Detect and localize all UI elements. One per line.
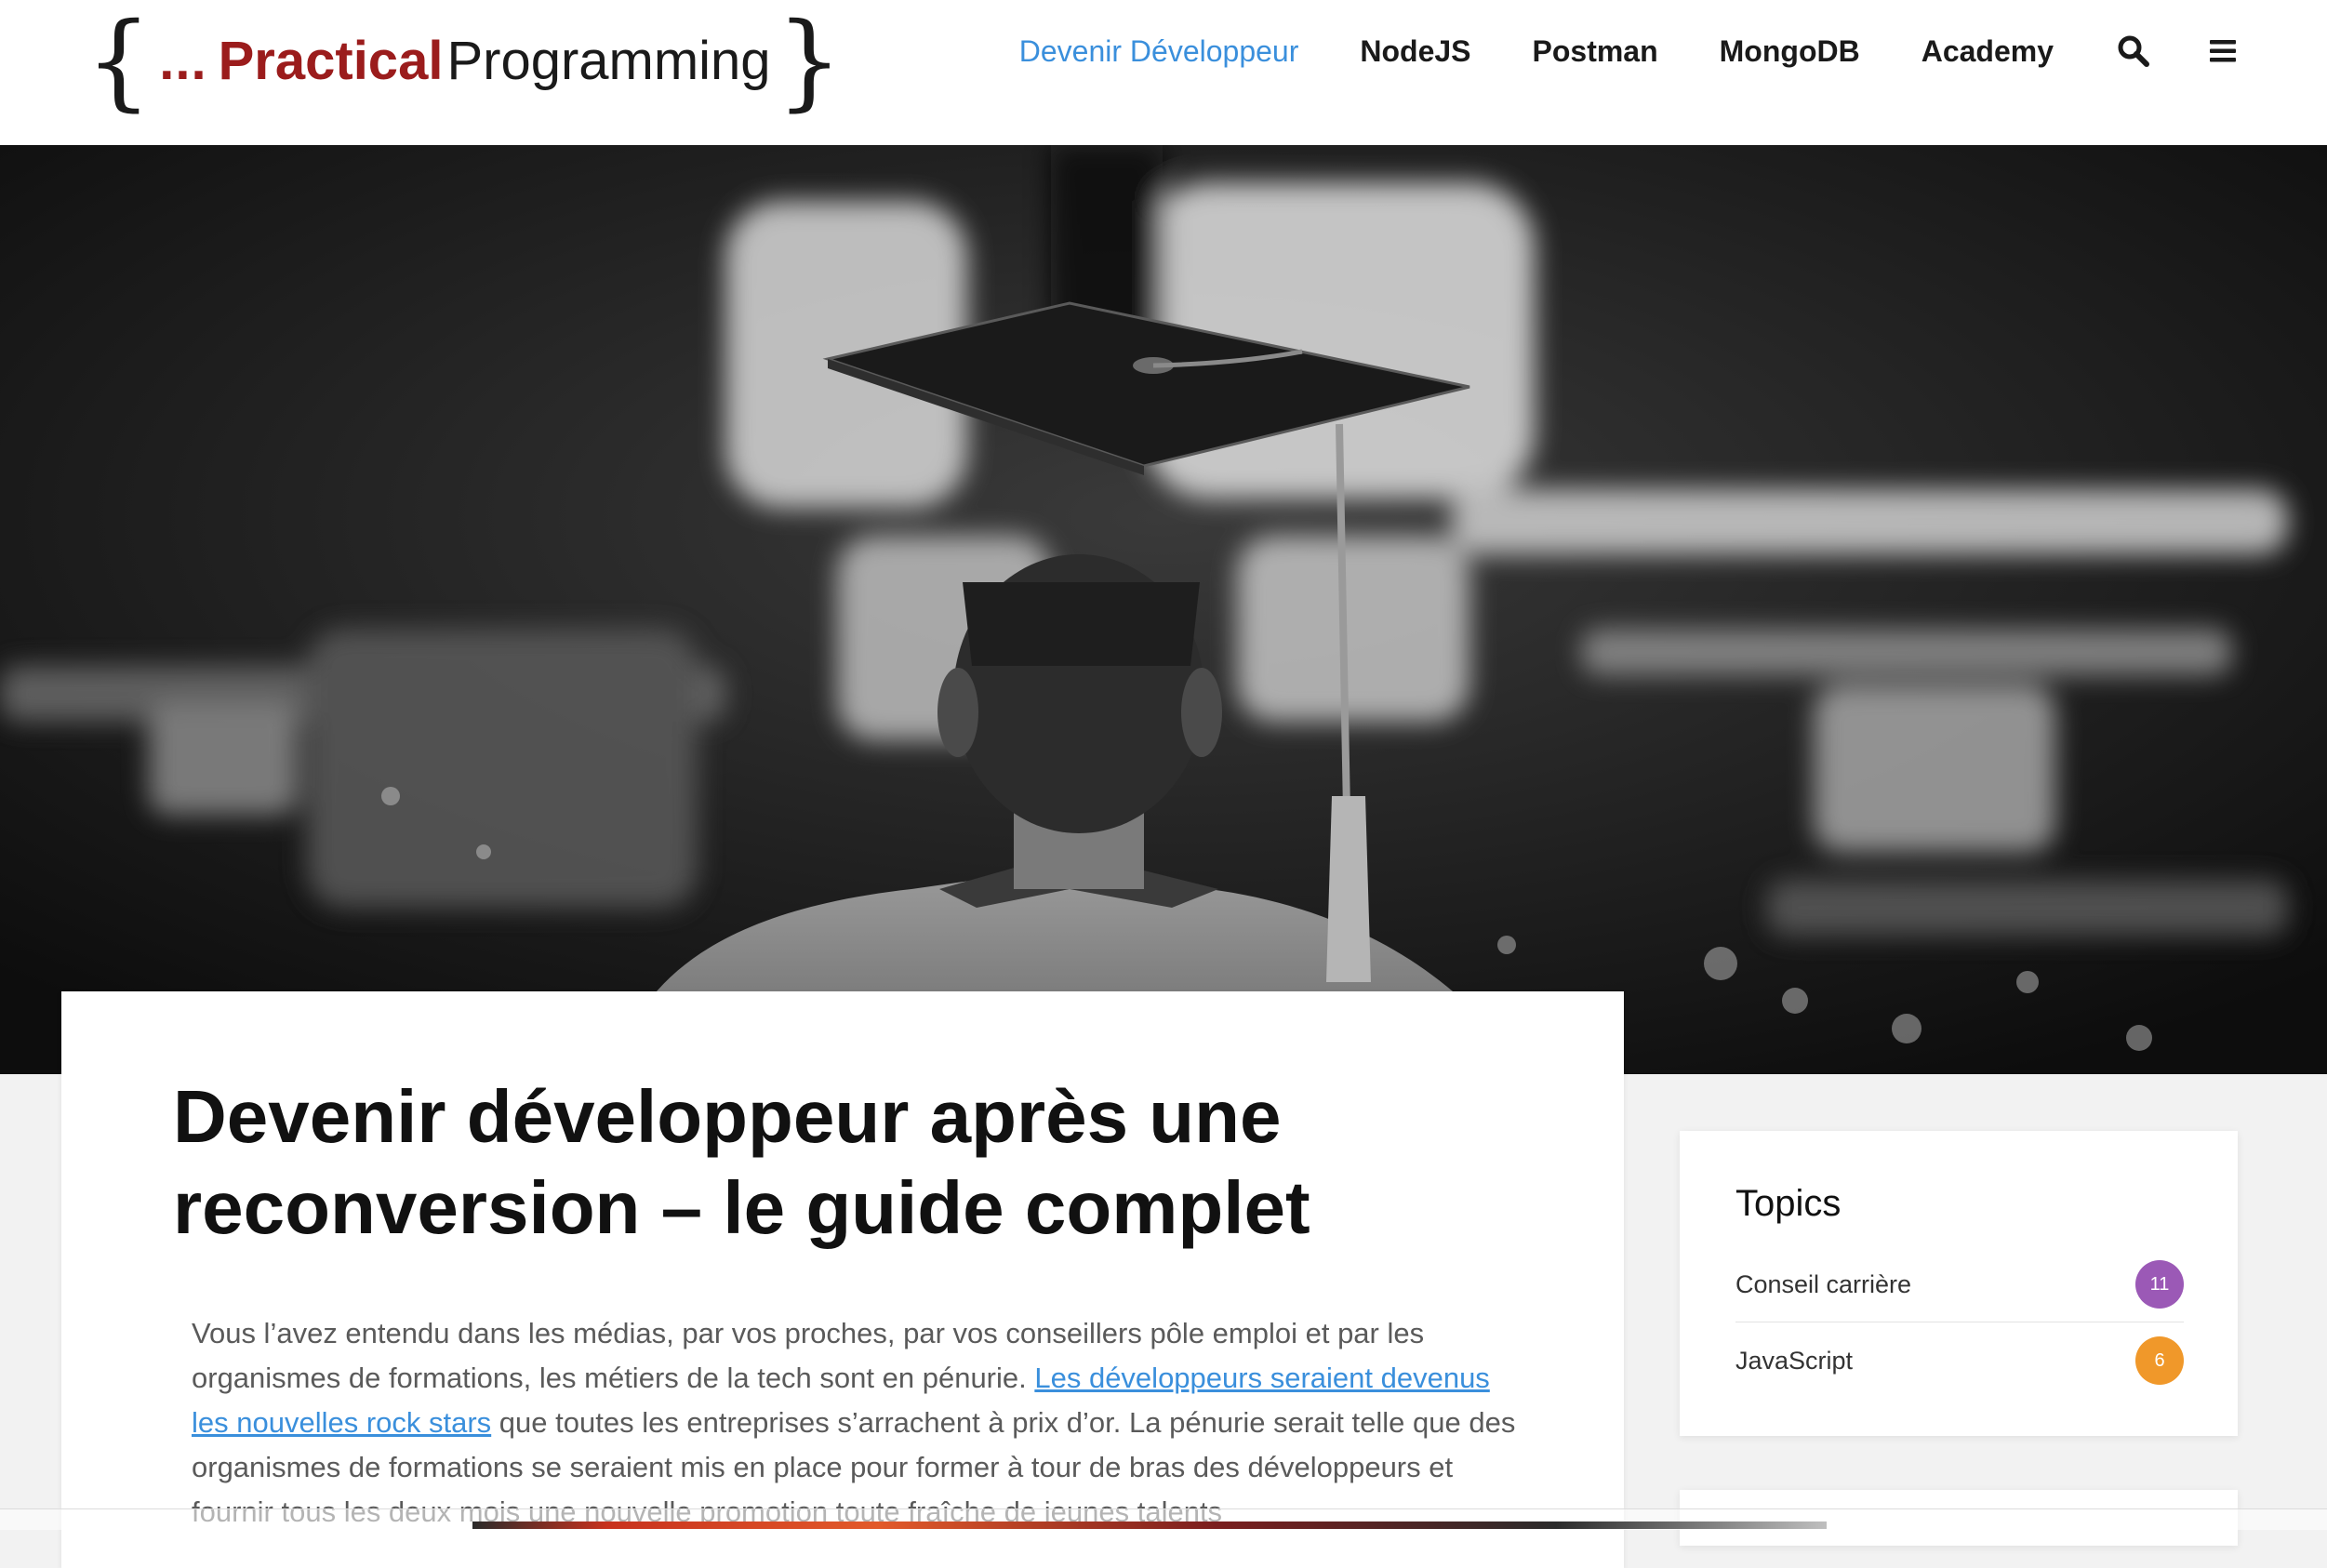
site-header: { ... Practical Programming } Devenir Dé… — [0, 0, 2327, 146]
topic-count-badge: 6 — [2135, 1336, 2184, 1385]
nav-item-nodejs[interactable]: NodeJS — [1360, 34, 1470, 69]
topic-item-javascript[interactable]: JavaScript 6 — [1735, 1323, 2184, 1398]
logo-brace-close: } — [776, 0, 843, 122]
logo-ellipsis: ... — [159, 31, 207, 91]
topic-count-badge: 11 — [2135, 1260, 2184, 1309]
topics-widget-title: Topics — [1735, 1183, 1842, 1224]
logo-word-practical: Practical — [218, 31, 444, 91]
nav-item-mongodb[interactable]: MongoDB — [1720, 34, 1860, 69]
nav-item-academy[interactable]: Academy — [1921, 34, 2054, 69]
logo-brace-open: { — [86, 0, 153, 122]
ad-banner[interactable] — [472, 1521, 1827, 1529]
site-logo[interactable]: { ... Practical Programming } — [86, 7, 843, 114]
article-intro-paragraph: Vous l’avez entendu dans les médias, par… — [192, 1311, 1531, 1535]
nav-item-postman[interactable]: Postman — [1533, 34, 1658, 69]
nav-item-devenir-developpeur[interactable]: Devenir Développeur — [1019, 34, 1299, 69]
hamburger-menu-icon[interactable] — [2204, 33, 2241, 70]
article-card: Devenir développeur après une reconversi… — [61, 991, 1624, 1568]
main-nav: Devenir Développeur NodeJS Postman Mongo… — [958, 28, 2327, 74]
topic-item-conseil-carriere[interactable]: Conseil carrière 11 — [1735, 1247, 2184, 1322]
topic-label: Conseil carrière — [1735, 1269, 1912, 1298]
hero-image — [0, 145, 2327, 1074]
search-icon[interactable] — [2115, 33, 2152, 70]
topic-label: JavaScript — [1735, 1346, 1854, 1375]
logo-word-programming: Programming — [446, 31, 771, 91]
topics-widget: Topics Conseil carrière 11 JavaScript 6 — [1680, 1131, 2238, 1436]
article-title: Devenir développeur après une reconversi… — [173, 1075, 1310, 1249]
